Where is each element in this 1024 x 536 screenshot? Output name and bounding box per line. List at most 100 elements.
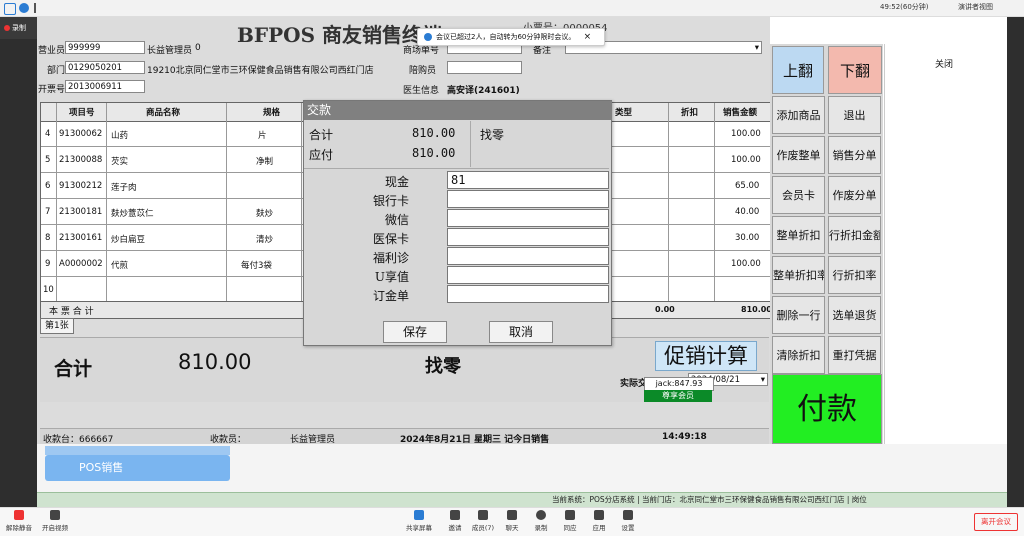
medical-card-input[interactable] (447, 228, 609, 246)
side-pane-close[interactable]: 关闭 (935, 57, 953, 70)
header-item-no: 项目号 (69, 108, 95, 118)
meeting-notice: 会议已超过2人，自动转为60分钟限时会议。 × (417, 28, 605, 46)
sheet-tab[interactable]: 第1张 (40, 318, 74, 334)
sales-split-button[interactable]: 销售分单 (828, 136, 881, 174)
right-edge-panel (1007, 17, 1024, 507)
companion-field[interactable] (447, 61, 522, 74)
void-split-button[interactable]: 作废分单 (828, 176, 881, 214)
row-name: 代煎 (111, 261, 129, 271)
settings-button[interactable]: 设置 (611, 510, 645, 532)
row-spec: 麸炒 (256, 209, 274, 219)
dialog-due-value: 810.00 (412, 146, 456, 160)
close-icon[interactable]: × (584, 32, 592, 42)
add-item-button[interactable]: 添加商品 (772, 96, 825, 134)
record-icon (4, 25, 10, 31)
menu-item-above[interactable] (45, 446, 230, 455)
row-no: 10 (43, 285, 54, 295)
dept-label: 部门 (47, 66, 66, 76)
dialog-title: 交款 (304, 101, 612, 120)
row-no: 8 (45, 233, 51, 243)
header-discount: 折扣 (681, 108, 699, 118)
delete-line-button[interactable]: 删除一行 (772, 296, 825, 334)
row-amount: 100.00 (731, 259, 761, 269)
system-footer-text: 当前系统：POS分店系统 | 当前门店：北京同仁堂市三环保健食品销售有限公司西红… (552, 495, 867, 504)
row-name: 芡实 (111, 157, 129, 167)
line-discount-amount-button[interactable]: 行折扣金额 (828, 216, 881, 254)
unmute-button[interactable]: 解除静音 (2, 510, 36, 532)
row-amount: 65.00 (735, 181, 760, 191)
row-no: 7 (45, 207, 51, 217)
exit-button[interactable]: 退出 (828, 96, 881, 134)
select-return-button[interactable]: 选单退货 (828, 296, 881, 334)
void-order-button[interactable]: 作废整单 (772, 136, 825, 174)
doctor-value: 高安译(241601) (447, 86, 520, 96)
meeting-timer: 49:52(60分钟) (880, 3, 929, 11)
deposit-input[interactable] (447, 285, 609, 303)
save-button[interactable]: 保存 (383, 321, 447, 343)
row-code: A0000002 (59, 259, 103, 269)
member-card-button[interactable]: 会员卡 (772, 176, 825, 214)
line-discount-rate-button[interactable]: 行折扣率 (828, 256, 881, 294)
bank-card-input[interactable] (447, 190, 609, 208)
doctor-label: 医生信息 (403, 86, 440, 96)
promotion-calc-button[interactable]: 促销计算 (655, 341, 757, 371)
bank-card-label: 银行卡 (372, 194, 409, 208)
apps-icon (594, 510, 604, 520)
row-no: 5 (45, 155, 51, 165)
row-no: 4 (45, 129, 51, 139)
payment-dialog: 交款 合计 810.00 应付 810.00 找零 现金 81 银行卡 微信 医… (303, 100, 612, 346)
camera-icon (50, 510, 60, 520)
row-amount: 100.00 (731, 155, 761, 165)
invoice-label: 开票号 (38, 85, 66, 95)
cash-label: 现金 (384, 175, 409, 189)
side-pane (884, 44, 1008, 446)
start-video-button[interactable]: 开启视频 (38, 510, 72, 532)
presenter-view-button[interactable]: 演讲者视图 (958, 2, 993, 12)
members-icon (478, 510, 488, 520)
cashier-flag: 0 (195, 43, 201, 53)
reprint-button[interactable]: 重打凭据 (828, 336, 881, 374)
order-discount-button[interactable]: 整单折扣 (772, 216, 825, 254)
order-discount-rate-button[interactable]: 整单折扣率 (772, 256, 825, 294)
companion-label: 陪购员 (409, 66, 437, 76)
welfare-label: 福利诊 (372, 251, 409, 265)
dialog-due-label: 应付 (309, 148, 334, 162)
left-edge-panel (0, 39, 37, 509)
share-screen-button[interactable]: 共享屏幕 (402, 510, 436, 532)
wechat-input[interactable] (447, 209, 609, 227)
header-spec: 规格 (263, 108, 281, 118)
notice-text: 会议已超过2人，自动转为60分钟限时会议。 (436, 33, 576, 41)
chevron-down-icon: ▾ (760, 375, 765, 385)
invoice-field[interactable]: 2013006911 (65, 80, 145, 93)
cashier-name: 长益管理员 (147, 46, 193, 56)
row-spec: 每付3袋 (241, 261, 272, 271)
row-code: 21300088 (59, 155, 103, 165)
clear-discount-button[interactable]: 清除折扣 (772, 336, 825, 374)
cashier-field[interactable]: 999999 (65, 41, 145, 54)
status-bar: 收款台：666667 收款员： 长益管理员 2024年8月21日 星期三 记今日… (40, 428, 769, 445)
row-code: 21300161 (59, 233, 103, 243)
cash-input[interactable]: 81 (447, 171, 609, 189)
signal-icon (34, 3, 46, 13)
chat-icon (507, 510, 517, 520)
row-spec: 清炒 (256, 235, 274, 245)
dept-field[interactable]: 0129050201 (65, 61, 145, 74)
u-value-input[interactable] (447, 266, 609, 284)
row-amount: 100.00 (731, 129, 761, 139)
page-down-button[interactable]: 下翻 (828, 46, 882, 94)
member-button[interactable]: 尊享会员 (644, 390, 712, 402)
row-amount: 30.00 (735, 233, 760, 243)
recording-indicator[interactable]: 录制 (0, 17, 37, 39)
page-up-button[interactable]: 上翻 (772, 46, 824, 94)
pos-sales-menu-item[interactable]: POS销售 (45, 455, 230, 481)
pay-button[interactable]: 付款 (772, 374, 882, 444)
cancel-button[interactable]: 取消 (489, 321, 553, 343)
leave-meeting-button[interactable]: 离开会议 (974, 513, 1018, 531)
welfare-input[interactable] (447, 247, 609, 265)
header-type: 类型 (615, 108, 633, 118)
record-icon (536, 510, 546, 520)
row-name: 莲子肉 (111, 183, 137, 193)
gear-icon (623, 510, 633, 520)
dialog-total-label: 合计 (309, 128, 334, 142)
side-pane-header (884, 17, 1007, 45)
